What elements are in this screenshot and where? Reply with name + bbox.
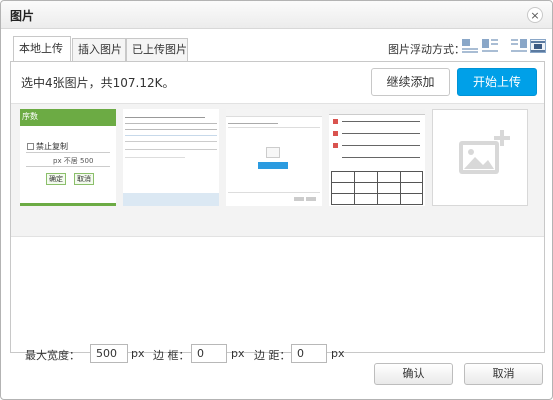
start-upload-button[interactable]: 开始上传: [457, 68, 537, 96]
max-width-unit: px: [131, 347, 145, 360]
tab-uploaded-images[interactable]: 已上传图片: [126, 38, 188, 61]
thumb1-ok-text: 确定: [46, 173, 66, 185]
float-left-icon[interactable]: [482, 39, 498, 53]
confirm-button[interactable]: 确认: [374, 363, 453, 385]
thumb1-field-text: px 不居 500: [53, 157, 94, 165]
border-unit: px: [231, 347, 245, 360]
margin-input[interactable]: [291, 344, 327, 363]
float-right-icon[interactable]: [511, 39, 527, 53]
image-dialog: 图片 × 本地上传 插入图片 已上传图片 图片浮动方式： 选中4张图片，共107…: [0, 0, 553, 400]
tab-insert-image[interactable]: 插入图片: [72, 38, 126, 61]
float-center-icon[interactable]: [530, 39, 546, 53]
local-upload-panel: 选中4张图片，共107.12K。 继续添加 开始上传 序数 禁止复制 px 不居…: [10, 61, 545, 363]
continue-add-button[interactable]: 继续添加: [371, 68, 450, 96]
cancel-button[interactable]: 取消: [464, 363, 543, 385]
dialog-title: 图片: [10, 9, 35, 23]
thumb1-header-text: 序数: [22, 112, 38, 121]
float-mode-label: 图片浮动方式：: [388, 43, 465, 56]
thumb1-cancel-text: 取消: [74, 173, 94, 185]
close-icon[interactable]: ×: [527, 7, 543, 23]
tab-local-upload[interactable]: 本地上传: [13, 36, 71, 61]
dialog-titlebar[interactable]: 图片 ×: [1, 1, 552, 29]
border-input[interactable]: [191, 344, 227, 363]
thumbnail-dialog-screenshot[interactable]: 序数 禁止复制 px 不居 500 确定 取消: [20, 109, 116, 206]
thumbnail-calendar-screenshot[interactable]: [329, 109, 425, 206]
thumbnail-table-screenshot[interactable]: [123, 109, 219, 206]
upload-status-text: 选中4张图片，共107.12K。: [21, 76, 175, 90]
upload-queue: 序数 禁止复制 px 不居 500 确定 取消: [11, 103, 544, 237]
add-image-icon: [459, 130, 510, 174]
thumb1-checkbox-text: 禁止复制: [36, 142, 68, 151]
dialog-panel: 本地上传 插入图片 已上传图片 图片浮动方式： 选中4张图片，共107.12K。…: [10, 36, 546, 363]
thumbnail-upload-screenshot[interactable]: [226, 109, 322, 206]
float-none-icon[interactable]: [462, 39, 478, 53]
border-label: 边 框：: [153, 349, 190, 362]
max-width-label: 最大宽度：: [25, 349, 80, 362]
add-image-tile[interactable]: [432, 109, 528, 206]
margin-unit: px: [331, 347, 345, 360]
max-width-input[interactable]: [90, 344, 128, 363]
margin-label: 边 距：: [254, 349, 291, 362]
